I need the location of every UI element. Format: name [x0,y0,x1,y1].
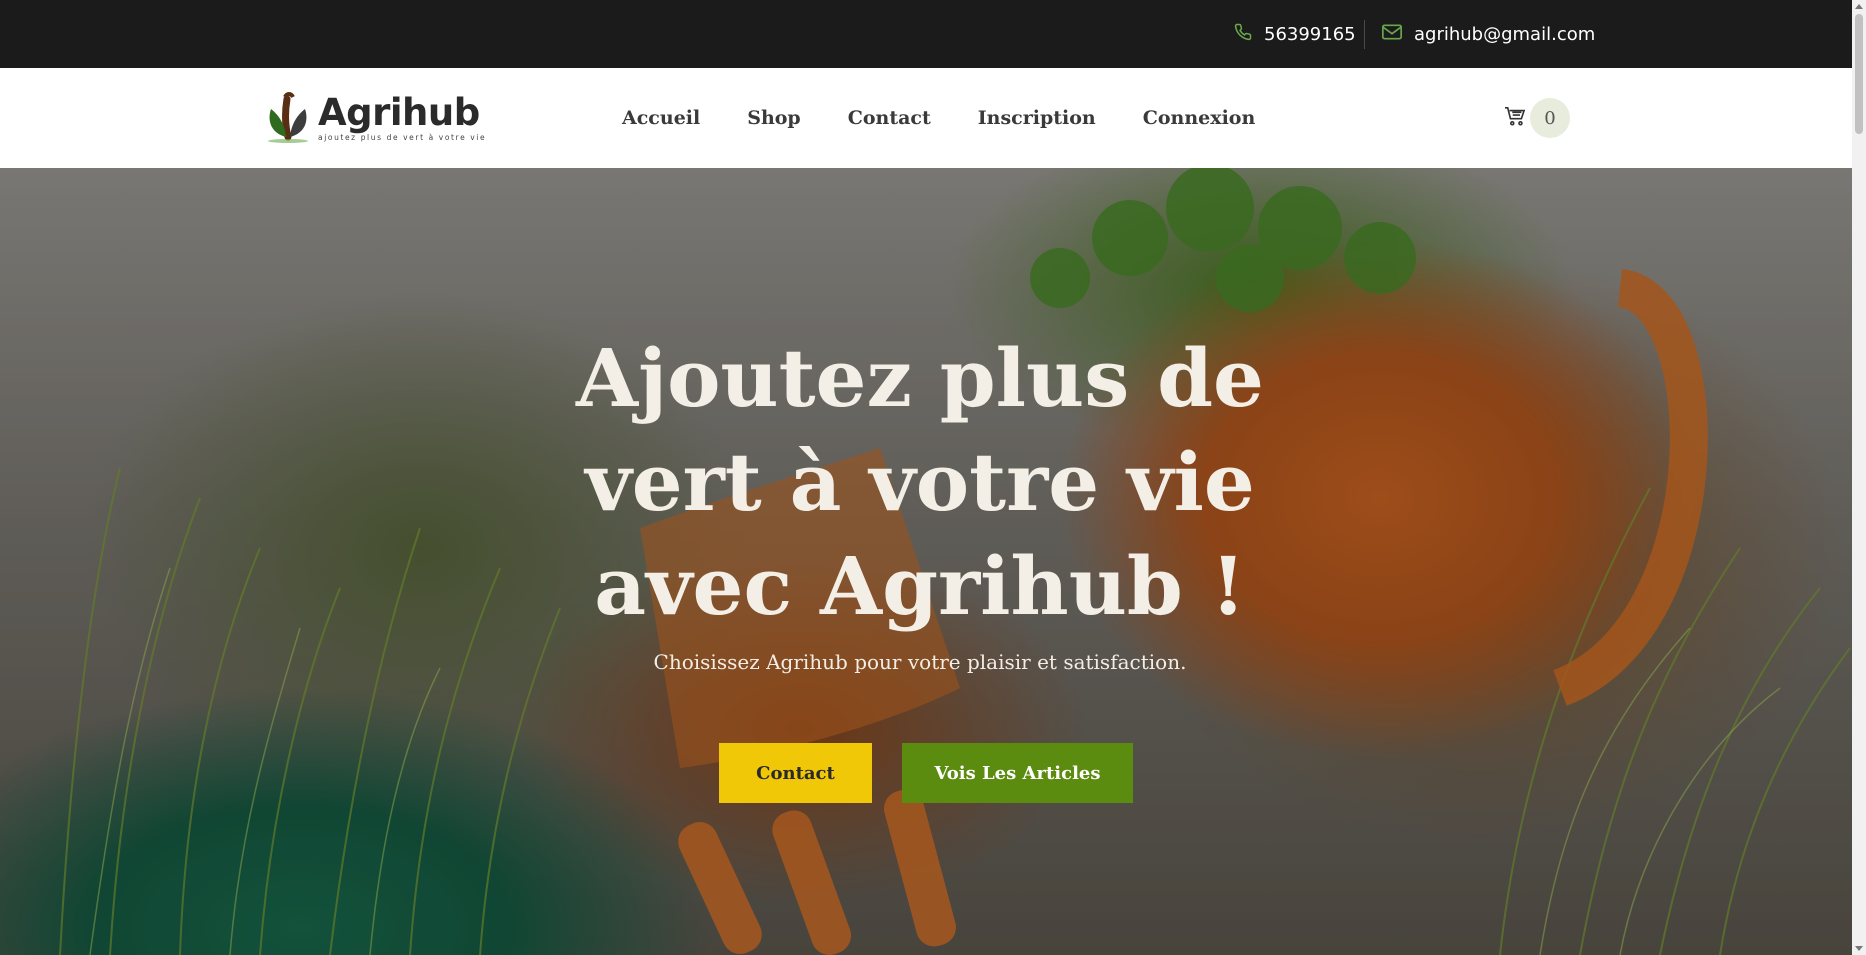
nav-item-shop[interactable]: Shop [747,107,801,129]
scroll-down-arrow-icon[interactable] [1855,946,1863,951]
nav-item-connexion[interactable]: Connexion [1143,107,1256,129]
contact-button[interactable]: Contact [719,743,872,803]
brand-tagline: ajoutez plus de vert à votre vie [318,133,487,142]
email-address: agrihub@gmail.com [1414,23,1596,45]
phone-icon [1234,23,1264,46]
cart-count-badge: 0 [1530,98,1570,138]
main-navbar: Agrihub ajoutez plus de vert à votre vie… [0,68,1852,168]
scrollbar-thumb[interactable] [1855,14,1863,134]
scroll-up-arrow-icon[interactable] [1855,4,1863,9]
hero-section: Ajoutez plus de vert à votre vie avec Ag… [0,168,1852,955]
view-articles-button[interactable]: Vois Les Articles [902,743,1133,803]
topbar-divider [1364,20,1365,49]
envelope-icon [1382,24,1414,45]
cart-button[interactable]: 0 [1504,98,1570,138]
brand-logo[interactable]: Agrihub ajoutez plus de vert à votre vie [265,91,485,147]
page-scrollbar[interactable] [1852,0,1866,955]
brand-name: Agrihub [318,91,480,134]
hero-subtitle: Choisissez Agrihub pour votre plaisir et… [653,650,1187,674]
nav-item-accueil[interactable]: Accueil [622,107,700,129]
phone-number: 56399165 [1264,23,1356,45]
nav-item-contact[interactable]: Contact [848,107,931,129]
nav-menu: Accueil Shop Contact Inscription Connexi… [622,68,1302,168]
nav-item-inscription[interactable]: Inscription [978,107,1096,129]
cart-icon [1504,106,1526,130]
hero-title: Ajoutez plus de vert à votre vie avec Ag… [576,331,1264,633]
email-contact[interactable]: agrihub@gmail.com [1382,0,1595,68]
top-bar: 56399165 agrihub@gmail.com [0,0,1852,68]
phone-contact[interactable]: 56399165 [1234,0,1356,68]
leaf-logo-icon [265,91,311,147]
